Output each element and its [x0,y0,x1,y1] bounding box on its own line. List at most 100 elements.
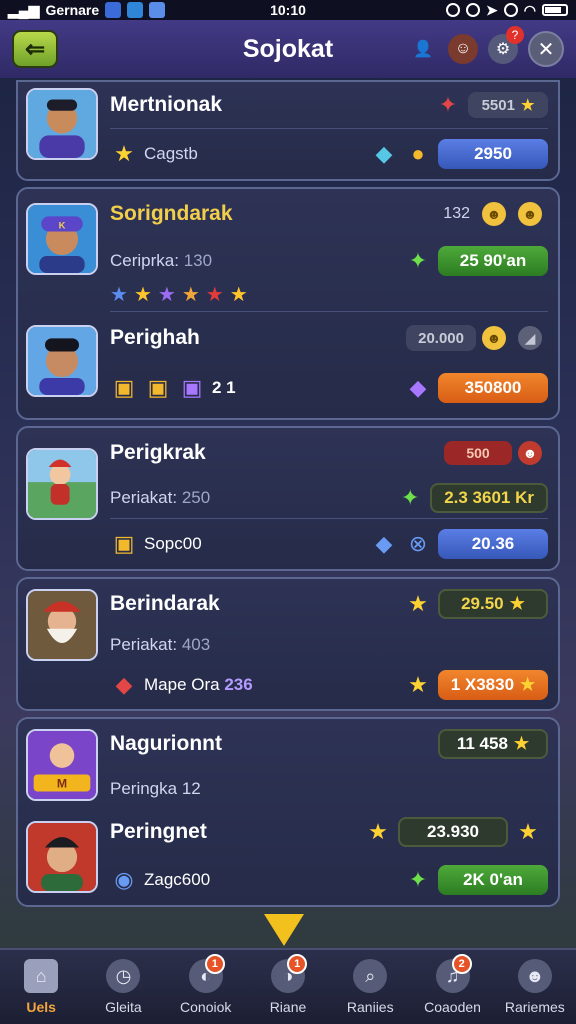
star-icon: ★ [509,594,525,613]
player-name: Peringnet [110,820,207,843]
back-button[interactable]: ⇐ [12,30,58,68]
player-card[interactable]: M Nagurionnt 11 458 ★ Peringka 12 Peringn… [16,717,560,907]
lightning-icon: ✦ [438,92,458,117]
carrier-name: Gernare [45,2,100,18]
notification-badge: 2 [451,954,472,974]
notification-badge: 1 [287,954,308,974]
gem-icon: ◆ [409,375,427,400]
nav-item-rariemes[interactable]: ☻ Rariemes [494,950,576,1024]
star-icon: ★ [520,675,536,694]
player-subtitle: Periakat: 403 [110,635,211,654]
player-badge: 5501 ★ [468,92,548,118]
nav-item-conoiok[interactable]: ◐ 1 Conoiok [165,950,247,1024]
face-icon: ☺ [454,40,472,57]
app-notification-icon [149,2,166,18]
notification-dot-icon: ? [506,26,524,44]
emoji-icon: ☻ [518,202,542,226]
bottom-navigation: ⌂ Uels ◷ Gleita ◐ 1 Conoiok ◑ 1 Riane ⌕ … [0,948,576,1024]
location-icon: ➤ [486,1,498,18]
player-card[interactable]: Mertnionak ✦ 5501 ★ ★ Cagstb ◆ ● 2950 [16,80,560,181]
player-card[interactable]: K Sorigndarak 132 ☻ ☻ Ceriprka: 130 ✦ 25… [16,187,560,420]
star-icon: ★ [133,283,152,306]
player-value-button[interactable]: 25 90'an [438,246,548,276]
close-button[interactable]: ✕ [528,31,564,67]
chest-icon: ▣ [147,375,169,400]
player-value-button[interactable]: 2950 [438,139,548,169]
star-icon: ★ [157,283,176,306]
player-subtitle: Cagstb [144,144,198,163]
close-icon: ✕ [537,38,555,61]
notifications-button[interactable]: ⚙ ? [488,26,524,64]
nav-item-home[interactable]: ⌂ Uels [0,950,82,1024]
player-subtitle: Zagc600 [144,870,211,889]
gear-icon: ⚙ [495,41,511,58]
player-name: Mertnionak [110,93,223,116]
player-badge: 20.000 [406,325,476,351]
star-icon: ★ [110,283,128,306]
emoji-icon: ◢ [518,326,542,350]
player-value-button[interactable]: 1 X3830 ★ [438,670,548,700]
trophy-icon: ◉ [114,867,134,892]
player-card[interactable]: Berindarak ★ 29.50 ★ Periakat: 403 ◆ Mape… [16,577,560,711]
avatar[interactable]: ☺ [448,34,478,64]
player-subtitle: Peringka 12 [110,779,201,798]
player-name: Berindarak [110,592,220,615]
player-badge: 29.50 ★ [438,589,548,619]
sync-icon [446,3,461,17]
star-icon: ★ [205,283,224,306]
battery-icon [542,4,568,16]
emoji-icon: ☻ [482,202,506,226]
ruby-icon: ◆ [115,672,133,697]
chest-icon: ▣ [113,531,135,556]
nav-item-gleita[interactable]: ◷ Gleita [82,950,164,1024]
star-icon: ★ [513,734,530,753]
nav-item-coaoden[interactable]: ♫ 2 Coaoden [411,950,493,1024]
player-value-button[interactable]: 2K 0'an [438,865,548,895]
user-icon: ☻ [517,959,552,993]
extra-value-button[interactable]: 20.36 [438,529,548,559]
star-icon: ★ [229,283,248,306]
player-value-button[interactable]: 2.3 3601 Kr [430,483,548,513]
gem-icon: ◆ [375,141,393,166]
star-icon: ★ [181,283,200,306]
nav-item-raniies[interactable]: ⌕ Raniies [329,950,411,1024]
sparkle-icon: ✦ [400,485,420,510]
app-notification-icon [105,2,122,18]
rating-stars: ★ ★ ★ ★ ★ ★ [110,282,248,307]
user-icon: 👤 [413,41,433,58]
player-subtitle: Periakat: 250 [110,488,211,507]
app-header: ⇐ Sojokat 👤 ☺ ⚙ ? ✕ [0,20,576,78]
star-icon: ★ [408,591,428,616]
player-value-button[interactable]: 350800 [438,373,548,403]
emoji-icon: ☻ [518,441,542,465]
settings-icon [466,3,481,17]
player-name: Perighah [110,326,200,349]
sparkle-icon: ✦ [408,867,428,892]
coin-icon: ● [411,141,425,166]
sparkle-icon: ✦ [408,248,428,273]
search-icon: ⌕ [353,959,388,993]
home-icon: ⌂ [24,959,59,993]
profile-button[interactable]: 👤 [408,34,438,64]
back-arrow-icon: ⇐ [24,35,46,63]
player-badge: 11 458 ★ [438,729,548,759]
star-icon: ★ [520,97,535,114]
star-icon: ★ [518,819,538,844]
player-list: Mertnionak ✦ 5501 ★ ★ Cagstb ◆ ● 2950 K S… [16,80,560,913]
player-subtitle: Ceriprka: 130 [110,251,213,270]
player-badge: 132 [443,205,470,222]
player-badge: 500 [444,441,512,465]
signal-icon: ▂▄▆ [8,1,40,18]
player-subtitle: 2 1 [212,378,236,397]
player-name: Perigkrak [110,441,206,464]
extra-label: Sopc00 [144,534,202,553]
player-card[interactable]: Perigkrak 500 ☻ Periakat: 250 ✦ 2.3 3601… [16,426,560,571]
star-icon: ★ [368,819,388,844]
player-name: Sorigndarak [110,202,233,225]
player-name: Nagurionnt [110,732,222,755]
extra-label: Mape Ora 236 [144,675,253,694]
app-notification-icon [127,2,144,18]
chest-icon: ▣ [113,375,135,400]
share-icon: ⊗ [408,531,428,556]
nav-item-riane[interactable]: ◑ 1 Riane [247,950,329,1024]
